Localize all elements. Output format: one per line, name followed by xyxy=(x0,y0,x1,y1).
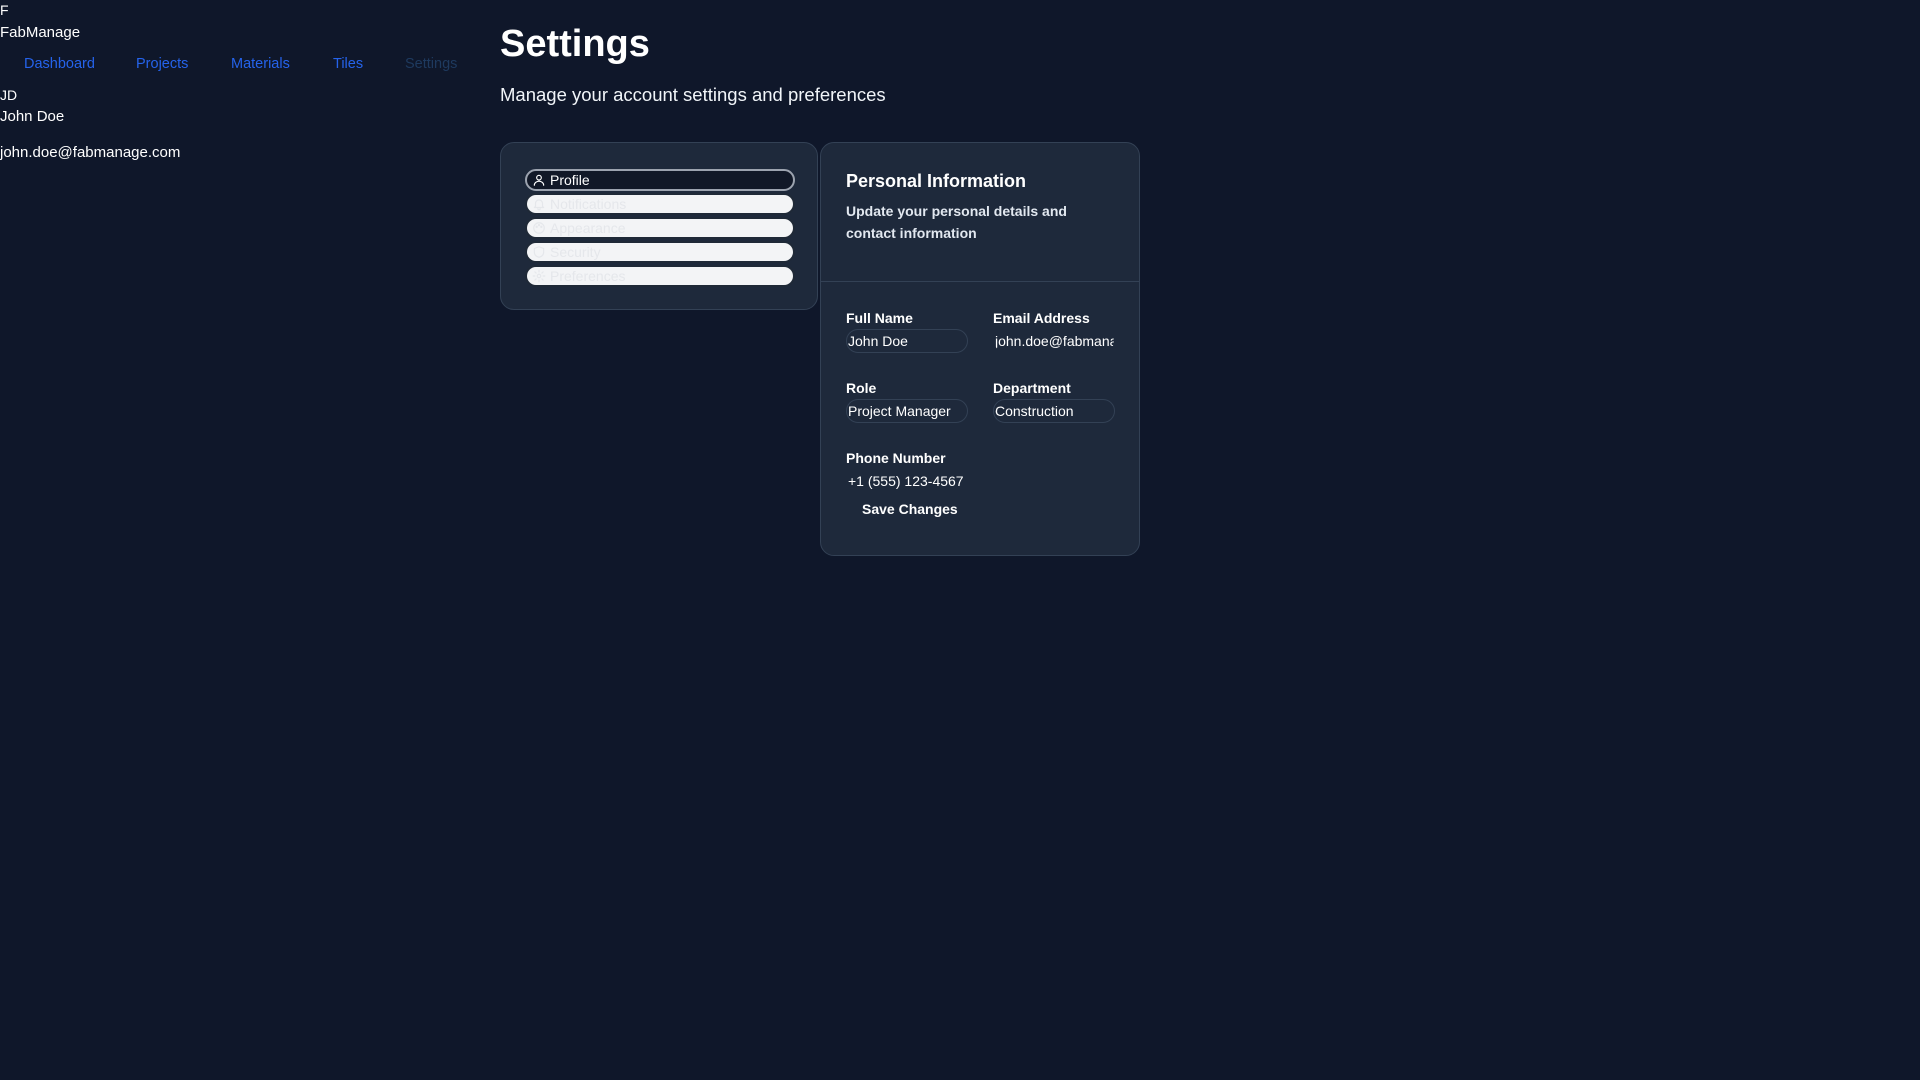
tab-label: Appearance xyxy=(550,220,626,236)
department-input[interactable] xyxy=(993,399,1115,423)
bell-icon xyxy=(531,196,547,212)
tab-appearance[interactable]: Appearance xyxy=(525,217,795,239)
app-root: F FabManage Dashboard Projects Materials… xyxy=(0,0,1920,1080)
email-label: Email Address xyxy=(993,310,1090,326)
page-title: Settings xyxy=(500,23,650,65)
shield-icon xyxy=(531,244,547,260)
palette-icon xyxy=(531,220,547,236)
page-subtitle: Manage your account settings and prefere… xyxy=(500,84,886,105)
nav-link-projects[interactable]: Projects xyxy=(136,52,188,76)
gear-icon xyxy=(531,268,547,284)
phone-label: Phone Number xyxy=(846,450,946,466)
email-input[interactable] xyxy=(993,329,1115,353)
tab-label: Notifications xyxy=(550,196,627,212)
nav-link-dashboard[interactable]: Dashboard xyxy=(24,52,95,76)
phone-input[interactable] xyxy=(846,469,968,493)
tab-label: Profile xyxy=(550,172,590,188)
card-title: Personal Information xyxy=(846,171,1027,191)
user-name: John Doe xyxy=(0,108,65,125)
tab-profile[interactable]: Profile xyxy=(525,169,795,191)
user-icon xyxy=(531,172,547,188)
department-label: Department xyxy=(993,380,1071,396)
tab-label: Preferences xyxy=(550,268,626,284)
full-name-input[interactable] xyxy=(846,329,968,353)
nav-link-tiles[interactable]: Tiles xyxy=(333,52,363,76)
personal-info-card: Personal Information Update your persona… xyxy=(820,142,1140,556)
tab-label: Security xyxy=(550,244,601,260)
settings-tabs-card: Profile Notifications Appearance Securit… xyxy=(500,142,818,310)
nav-link-settings[interactable]: Settings xyxy=(405,52,457,76)
tab-preferences[interactable]: Preferences xyxy=(525,265,795,287)
full-name-label: Full Name xyxy=(846,310,913,326)
card-header: Personal Information Update your persona… xyxy=(821,143,1139,282)
tab-notifications[interactable]: Notifications xyxy=(525,193,795,215)
role-label: Role xyxy=(846,380,877,396)
logo-mark: F xyxy=(0,2,9,18)
user-email: john.doe@fabmanage.com xyxy=(0,144,181,161)
card-description: Update your personal details and contact… xyxy=(846,203,1067,241)
sidebar: F FabManage Dashboard Projects Materials… xyxy=(0,0,480,1080)
avatar: JD xyxy=(0,87,18,103)
save-changes-button[interactable]: Save Changes xyxy=(846,495,976,523)
tab-security[interactable]: Security xyxy=(525,241,795,263)
main-nav: Dashboard Projects Materials Tiles Setti… xyxy=(0,52,480,76)
nav-link-materials[interactable]: Materials xyxy=(231,52,290,76)
role-input[interactable] xyxy=(846,399,968,423)
app-name: FabManage xyxy=(0,24,81,41)
